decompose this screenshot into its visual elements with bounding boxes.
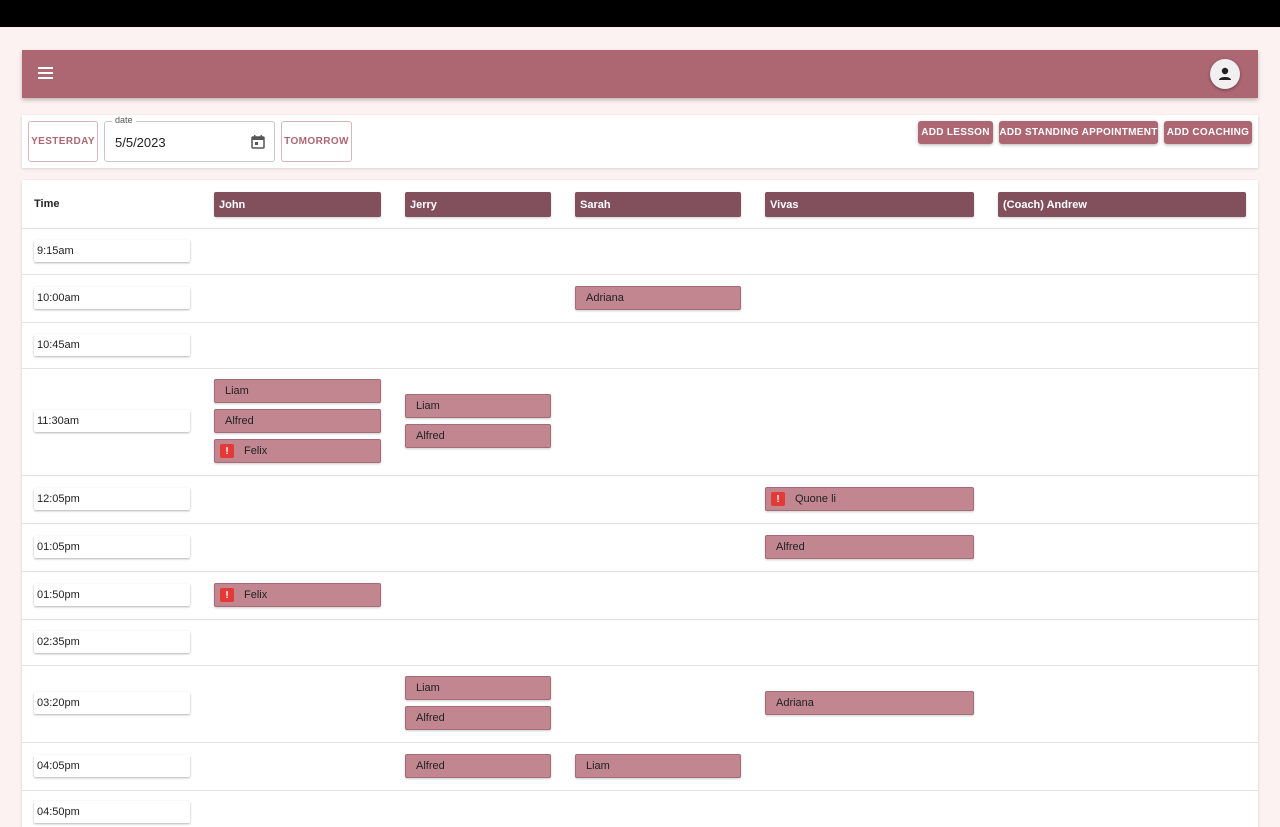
date-field-label: date — [112, 115, 136, 125]
top-black-bar — [0, 0, 1280, 27]
student-name: Liam — [225, 385, 249, 397]
time-row: 01:05pm Alfred — [22, 524, 1258, 572]
student-name: Liam — [416, 682, 440, 694]
app-bar — [22, 50, 1258, 98]
account-avatar[interactable] — [1210, 59, 1240, 89]
student-name: Alfred — [416, 760, 445, 772]
student-name: Adriana — [586, 292, 624, 304]
student-name: Liam — [416, 400, 440, 412]
time-cell[interactable]: 03:20pm — [34, 692, 190, 714]
appointment-slot[interactable]: Liam — [214, 379, 381, 403]
time-column-header: Time — [34, 198, 60, 210]
time-row: 02:35pm — [22, 620, 1258, 666]
warning-icon: ! — [771, 492, 785, 506]
instructor-header-sarah: Sarah — [575, 192, 741, 217]
time-row: 03:20pm Liam Alfred Adriana — [22, 666, 1258, 743]
tomorrow-button[interactable]: TOMORROW — [281, 121, 352, 162]
calendar-icon[interactable] — [250, 134, 266, 150]
time-cell[interactable]: 9:15am — [34, 240, 190, 262]
appointment-slot[interactable]: Alfred — [405, 754, 551, 778]
appointment-slot[interactable]: Liam — [405, 676, 551, 700]
yesterday-button[interactable]: YESTERDAY — [28, 121, 98, 162]
time-row: 11:30am Liam Alfred ! Felix Liam Alfred — [22, 369, 1258, 476]
appointment-slot[interactable]: ! Quone li — [765, 487, 974, 511]
schedule-grid: Time John Jerry Sarah Vivas (Coach) Andr… — [22, 180, 1258, 827]
student-name: Adriana — [776, 697, 814, 709]
time-row: 9:15am — [22, 229, 1258, 275]
appointment-slot[interactable]: ! Felix — [214, 439, 381, 463]
instructor-header-vivas: Vivas — [765, 192, 974, 217]
student-name: Liam — [586, 760, 610, 772]
warning-icon: ! — [220, 588, 234, 602]
date-toolbar: YESTERDAY date 5/5/2023 TOMORROW ADD LES… — [22, 115, 1258, 168]
warning-icon: ! — [220, 444, 234, 458]
student-name: Alfred — [416, 712, 445, 724]
time-row: 10:45am — [22, 323, 1258, 369]
student-name: Felix — [244, 445, 268, 457]
time-cell[interactable]: 10:45am — [34, 334, 190, 356]
time-cell[interactable]: 01:50pm — [34, 584, 190, 606]
appointment-slot[interactable]: ! Felix — [214, 583, 381, 607]
schedule-header-row: Time John Jerry Sarah Vivas (Coach) Andr… — [22, 180, 1258, 229]
time-cell[interactable]: 04:50pm — [34, 801, 190, 823]
add-coaching-button[interactable]: ADD COACHING — [1164, 121, 1252, 144]
date-field[interactable]: date 5/5/2023 — [104, 115, 275, 162]
menu-icon[interactable] — [38, 67, 53, 79]
student-name: Alfred — [416, 430, 445, 442]
instructor-header-jerry: Jerry — [405, 192, 551, 217]
time-row: 04:05pm Alfred Liam — [22, 743, 1258, 791]
student-name: Alfred — [225, 415, 254, 427]
appointment-slot[interactable]: Alfred — [214, 409, 381, 433]
appointment-slot[interactable]: Alfred — [765, 535, 974, 559]
time-cell[interactable]: 01:05pm — [34, 536, 190, 558]
add-standing-appointment-button[interactable]: ADD STANDING APPOINTMENT — [999, 121, 1158, 144]
appointment-slot[interactable]: Adriana — [575, 286, 741, 310]
instructor-header-john: John — [214, 192, 381, 217]
appointment-slot[interactable]: Liam — [405, 394, 551, 418]
date-value[interactable]: 5/5/2023 — [115, 135, 166, 150]
time-cell[interactable]: 12:05pm — [34, 488, 190, 510]
appointment-slot[interactable]: Alfred — [405, 706, 551, 730]
student-name: Felix — [244, 589, 268, 601]
time-row: 12:05pm ! Quone li — [22, 476, 1258, 524]
add-lesson-button[interactable]: ADD LESSON — [918, 121, 993, 144]
time-row: 10:00am Adriana — [22, 275, 1258, 323]
time-cell[interactable]: 10:00am — [34, 287, 190, 309]
person-icon — [1219, 67, 1231, 80]
appointment-slot[interactable]: Alfred — [405, 424, 551, 448]
time-cell[interactable]: 02:35pm — [34, 631, 190, 653]
student-name: Alfred — [776, 541, 805, 553]
time-cell[interactable]: 04:05pm — [34, 755, 190, 777]
time-row: 04:50pm — [22, 791, 1258, 827]
student-name: Quone li — [795, 493, 836, 505]
time-row: 01:50pm ! Felix — [22, 572, 1258, 620]
appointment-slot[interactable]: Adriana — [765, 691, 974, 715]
instructor-header-andrew: (Coach) Andrew — [998, 192, 1246, 217]
appointment-slot[interactable]: Liam — [575, 754, 741, 778]
time-cell[interactable]: 11:30am — [34, 410, 190, 432]
